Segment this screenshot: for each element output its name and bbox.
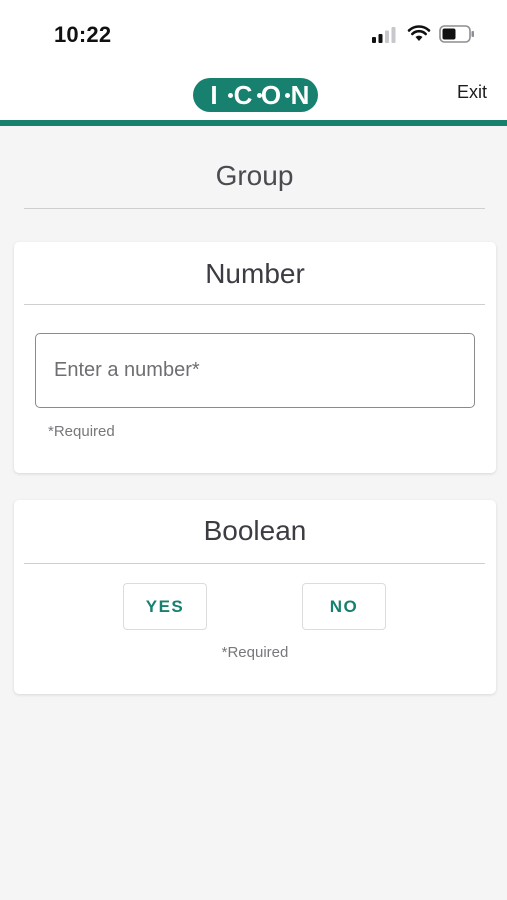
boolean-required-label: *Required [221,644,289,661]
group-title: Group [215,160,294,191]
number-input[interactable] [35,333,475,408]
battery-icon [439,25,474,43]
number-required-label: *Required [48,423,115,440]
group-divider [24,208,485,209]
exit-button[interactable]: Exit [446,80,498,104]
boolean-card-title: Boolean [203,515,307,546]
yes-button[interactable]: YES [123,583,207,630]
number-card-divider [24,304,485,305]
status-bar: 10:22 [0,0,507,66]
icon-logo: I C O N [193,78,318,112]
boolean-question-card: Boolean YES NO *Required [14,500,496,694]
logo-letter-o: O [260,80,282,110]
no-button[interactable]: NO [302,583,386,630]
cellular-signal-icon [372,27,396,43]
wifi-icon [407,25,431,41]
boolean-card-divider [24,563,485,564]
number-card-title: Number [205,258,305,289]
header-accent-bar [0,120,507,126]
logo-letter-i: I [210,80,218,110]
number-question-card: Number *Required [14,242,496,473]
logo-letter-n: N [290,80,310,110]
logo-letter-c: C [233,80,253,110]
status-time: 10:22 [54,22,112,47]
